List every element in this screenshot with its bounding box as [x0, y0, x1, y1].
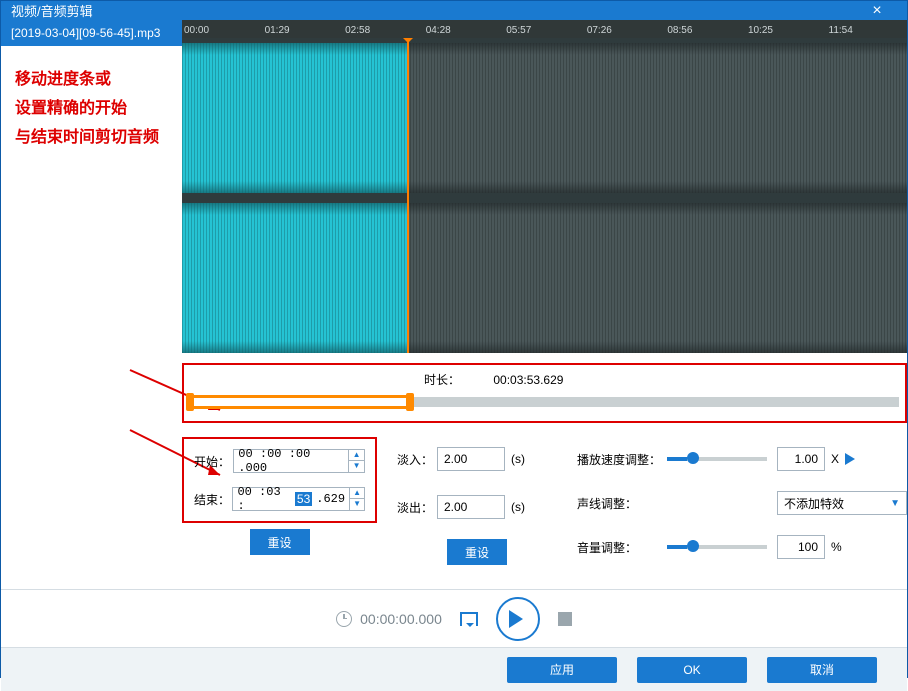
time-group: 开始： 00 :00 :00 .000 ▲▼ 结束： 00 :03 :53.62…: [182, 437, 377, 589]
annotation-text: 移动进度条或 设置精确的开始 与结束时间剪切音频: [1, 46, 182, 172]
preview-speed-icon[interactable]: [845, 453, 861, 465]
end-time-prefix: 00 :03 :: [233, 485, 294, 513]
volume-unit: %: [831, 540, 842, 554]
spinner[interactable]: ▲▼: [348, 450, 364, 472]
play-icon: [509, 610, 532, 628]
editor-window: 视频/音频剪辑 × [2019-03-04][09-56-45].mp3 移动进…: [0, 0, 908, 678]
time-ruler[interactable]: 00:00 01:29 02:58 04:28 05:57 07:26 08:5…: [182, 20, 907, 38]
ruler-tick: 07:26: [585, 25, 666, 36]
footer: 应用 OK 取消: [1, 647, 907, 691]
spin-up-icon[interactable]: ▲: [349, 450, 364, 461]
waveform-channel: [182, 43, 907, 193]
spin-down-icon[interactable]: ▼: [350, 499, 364, 510]
end-time-input[interactable]: 00 :03 :53.629 ▲▼: [232, 487, 365, 511]
spin-up-icon[interactable]: ▲: [350, 488, 364, 499]
range-handle-start[interactable]: [186, 393, 194, 411]
ruler-tick: 05:57: [504, 25, 585, 36]
start-time-value: 00 :00 :00 .000: [234, 447, 348, 475]
end-time-selected: 53: [295, 492, 312, 506]
file-list: [2019-03-04][09-56-45].mp3: [1, 20, 182, 46]
speed-label: 播放速度调整：: [577, 451, 667, 468]
ruler-tick: 10:25: [746, 25, 827, 36]
start-label: 开始：: [194, 453, 233, 470]
speed-value[interactable]: 1.00: [777, 447, 825, 471]
fadein-label: 淡入：: [397, 451, 437, 468]
voice-label: 声线调整：: [577, 495, 667, 512]
volume-value[interactable]: 100: [777, 535, 825, 559]
end-time-suffix: .629: [312, 492, 349, 506]
close-icon[interactable]: ×: [857, 2, 897, 20]
fade-group: 淡入： (s) 淡出： (s) 重设: [397, 437, 557, 589]
titlebar: 视频/音频剪辑 ×: [1, 1, 907, 20]
play-button[interactable]: [496, 597, 540, 641]
ruler-tick: 04:28: [424, 25, 505, 36]
spinner[interactable]: ▲▼: [349, 488, 364, 510]
range-fill: [190, 395, 410, 409]
end-label: 结束：: [194, 491, 232, 508]
ruler-tick: 02:58: [343, 25, 424, 36]
annotation-line: 移动进度条或: [15, 66, 168, 95]
ruler-tick: 08:56: [665, 25, 746, 36]
annotation-line: 与结束时间剪切音频: [15, 124, 168, 153]
voice-value: 不添加特效: [784, 495, 844, 512]
range-handle-end[interactable]: [406, 393, 414, 411]
speed-unit: X: [831, 452, 839, 466]
start-time-input[interactable]: 00 :00 :00 .000 ▲▼: [233, 449, 365, 473]
reset-fade-button[interactable]: 重设: [447, 539, 507, 565]
stop-button[interactable]: [558, 612, 572, 626]
fadeout-input[interactable]: [437, 495, 505, 519]
fadein-input[interactable]: [437, 447, 505, 471]
waveform-channel: [182, 203, 907, 353]
apply-button[interactable]: 应用: [507, 657, 617, 683]
playhead[interactable]: [407, 38, 409, 353]
fadeout-label: 淡出：: [397, 499, 437, 516]
annotation-line: 设置精确的开始: [15, 95, 168, 124]
upper-area: [2019-03-04][09-56-45].mp3 移动进度条或 设置精确的开…: [1, 20, 907, 589]
controls-row: 开始： 00 :00 :00 .000 ▲▼ 结束： 00 :03 :53.62…: [182, 437, 907, 589]
chevron-down-icon: ▼: [890, 498, 900, 509]
cancel-button[interactable]: 取消: [767, 657, 877, 683]
voice-dropdown[interactable]: 不添加特效 ▼: [777, 491, 907, 515]
duration-label: 时长：: [424, 373, 460, 387]
reset-time-button[interactable]: 重设: [250, 529, 310, 555]
duration-value: 00:03:53.629: [493, 373, 563, 387]
main-panel: 00:00 01:29 02:58 04:28 05:57 07:26 08:5…: [182, 20, 907, 589]
waveform-display[interactable]: [182, 38, 907, 353]
spin-down-icon[interactable]: ▼: [349, 461, 364, 472]
fadeout-unit: (s): [511, 500, 525, 514]
adjust-group: 播放速度调整： 1.00 X 声线调整： 不添加特效 ▼: [577, 437, 907, 589]
clock-readout: 00:00:00.000: [336, 611, 442, 627]
ruler-tick: 11:54: [827, 25, 908, 36]
ok-button[interactable]: OK: [637, 657, 747, 683]
ruler-tick: 01:29: [263, 25, 344, 36]
duration-readout: 时长： 00:03:53.629: [424, 371, 563, 388]
transport-bar: 00:00:00.000: [1, 589, 907, 647]
loop-icon[interactable]: [460, 612, 478, 626]
volume-slider[interactable]: [667, 545, 767, 549]
clock-icon: [336, 611, 352, 627]
range-selector: 时长： 00:03:53.629: [182, 363, 907, 423]
transport-time: 00:00:00.000: [360, 611, 442, 627]
volume-label: 音量调整：: [577, 539, 667, 556]
range-track[interactable]: [190, 397, 899, 407]
window-title: 视频/音频剪辑: [11, 1, 93, 20]
fadein-unit: (s): [511, 452, 525, 466]
file-item[interactable]: [2019-03-04][09-56-45].mp3: [1, 20, 182, 46]
sidebar: [2019-03-04][09-56-45].mp3 移动进度条或 设置精确的开…: [1, 20, 182, 589]
speed-slider[interactable]: [667, 457, 767, 461]
window-body: [2019-03-04][09-56-45].mp3 移动进度条或 设置精确的开…: [1, 20, 907, 691]
ruler-tick: 00:00: [182, 25, 263, 36]
